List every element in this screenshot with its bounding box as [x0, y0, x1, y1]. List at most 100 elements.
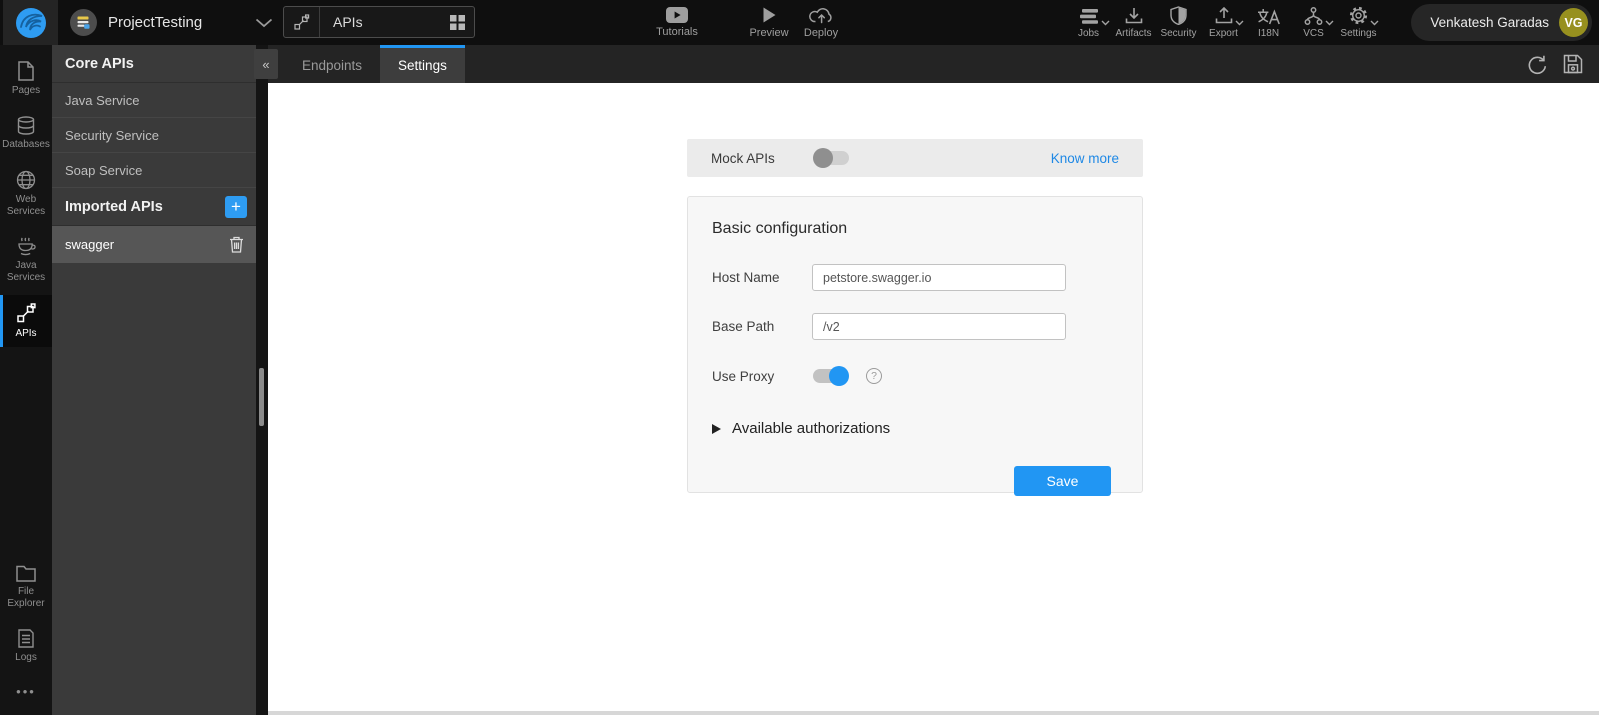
- jobs-button[interactable]: Jobs: [1066, 6, 1111, 39]
- i18n-button[interactable]: I18N: [1246, 6, 1291, 39]
- project-icon: [70, 9, 97, 36]
- jobs-label: Jobs: [1077, 28, 1100, 39]
- core-apis-title: Core APIs: [65, 55, 134, 72]
- available-authorizations-expander[interactable]: Available authorizations: [712, 420, 1118, 437]
- settings-label: Settings: [1340, 28, 1377, 39]
- toggle-knob: [829, 366, 849, 386]
- panel-item-swagger[interactable]: swagger: [52, 226, 256, 263]
- use-proxy-toggle[interactable]: [812, 366, 849, 386]
- topbar-right-actions: Jobs Artifacts Security Export I18N VCS …: [1066, 0, 1381, 45]
- sidebar-item-label: APIs: [15, 328, 37, 339]
- sidebar-more-ellipsis[interactable]: •••: [0, 671, 52, 715]
- pages-icon: [17, 61, 35, 81]
- know-more-link[interactable]: Know more: [1051, 151, 1119, 166]
- tab-label: Settings: [398, 58, 447, 73]
- api-node-icon: [284, 7, 320, 37]
- user-menu[interactable]: Venkatesh Garadas VG: [1411, 4, 1592, 41]
- preview-play-icon: [762, 6, 777, 24]
- delete-trash-icon[interactable]: [229, 236, 244, 253]
- deploy-label: Deploy: [803, 27, 839, 39]
- artifacts-button[interactable]: Artifacts: [1111, 6, 1156, 39]
- preview-button[interactable]: Preview: [743, 6, 795, 39]
- imported-apis-title: Imported APIs: [65, 198, 163, 215]
- sidebar-item-databases[interactable]: Databases: [0, 108, 52, 158]
- sidebar-item-apis[interactable]: APIs: [0, 295, 52, 347]
- host-name-input[interactable]: [812, 264, 1066, 291]
- add-imported-api-button[interactable]: +: [225, 195, 247, 218]
- sidebar-item-file-explorer[interactable]: File Explorer: [0, 557, 52, 617]
- panel-item-label: Soap Service: [65, 162, 143, 178]
- globe-icon: [16, 170, 36, 190]
- mock-apis-label: Mock APIs: [711, 150, 775, 166]
- export-chevron-down-icon: [1235, 20, 1244, 26]
- settings-button[interactable]: Settings: [1336, 6, 1381, 39]
- folder-icon: [16, 565, 36, 582]
- core-apis-header: Core APIs: [52, 45, 256, 83]
- sidebar-item-label: Web Services: [6, 194, 46, 217]
- settings-form: Mock APIs Know more Basic configuration …: [687, 139, 1143, 496]
- panel-item-security-service[interactable]: Security Service: [52, 118, 256, 153]
- expander-arrow-icon: [712, 423, 721, 434]
- settings-content: Mock APIs Know more Basic configuration …: [268, 83, 1599, 711]
- panel-item-label: swagger: [65, 236, 115, 252]
- wavemaker-logo-icon: [15, 7, 47, 39]
- tutorials-label: Tutorials: [656, 26, 698, 38]
- save-button[interactable]: Save: [1014, 466, 1111, 496]
- tutorials-button[interactable]: Tutorials: [645, 7, 709, 38]
- sidebar-item-pages[interactable]: Pages: [0, 53, 52, 104]
- sidebar-item-label: Java Services: [6, 260, 46, 283]
- deploy-button[interactable]: Deploy: [795, 6, 847, 39]
- sidebar-item-label: File Explorer: [7, 586, 45, 609]
- save-file-icon[interactable]: [1563, 54, 1583, 74]
- use-proxy-label: Use Proxy: [712, 368, 775, 384]
- card-title: Basic configuration: [712, 220, 848, 237]
- panel-scrollbar-thumb[interactable]: [259, 368, 264, 426]
- host-name-label: Host Name: [712, 270, 780, 285]
- sidebar-item-label: Pages: [11, 85, 41, 96]
- horizontal-scrollbar[interactable]: [268, 711, 1599, 715]
- i18n-label: I18N: [1257, 28, 1280, 39]
- mock-apis-toggle[interactable]: [812, 148, 850, 168]
- artifacts-label: Artifacts: [1115, 28, 1152, 39]
- export-button[interactable]: Export: [1201, 6, 1246, 39]
- workspace-tab-apis[interactable]: APIs: [283, 6, 475, 38]
- tab-endpoints[interactable]: Endpoints: [284, 45, 380, 83]
- base-path-input[interactable]: [812, 313, 1066, 340]
- tab-settings[interactable]: Settings: [380, 45, 465, 83]
- vcs-branch-icon: [1304, 6, 1334, 26]
- settings-chevron-down-icon: [1370, 20, 1379, 26]
- jobs-chevron-down-icon: [1101, 20, 1110, 26]
- vcs-button[interactable]: VCS: [1291, 6, 1336, 39]
- tab-label: Endpoints: [302, 58, 363, 73]
- wavemaker-logo[interactable]: [3, 0, 58, 45]
- panel-item-java-service[interactable]: Java Service: [52, 83, 256, 118]
- proxy-help-icon[interactable]: ?: [866, 368, 882, 384]
- expander-label: Available authorizations: [732, 420, 891, 437]
- basic-configuration-card: Basic configuration Host Name Base Path …: [687, 196, 1143, 496]
- export-upload-icon: [1215, 6, 1243, 26]
- security-label: Security: [1160, 28, 1197, 39]
- sidebar-item-logs[interactable]: Logs: [0, 621, 52, 671]
- main-area: Endpoints Settings Mock APIs Know more B…: [268, 45, 1599, 715]
- i18n-translate-icon: [1257, 6, 1280, 25]
- sidebar-item-label: Logs: [15, 652, 37, 663]
- project-switcher[interactable]: ProjectTesting: [70, 0, 273, 45]
- topbar-center-actions: Tutorials Preview Deploy: [645, 0, 847, 45]
- tab-bar: Endpoints Settings: [268, 45, 1599, 83]
- grid-menu-icon[interactable]: [450, 14, 465, 30]
- export-label: Export: [1209, 28, 1238, 39]
- security-button[interactable]: Security: [1156, 6, 1201, 39]
- vcs-label: VCS: [1303, 28, 1324, 39]
- sidebar-item-web-services[interactable]: Web Services: [0, 162, 52, 225]
- preview-label: Preview: [749, 27, 789, 39]
- refresh-icon[interactable]: [1527, 54, 1548, 75]
- user-avatar: VG: [1559, 8, 1588, 37]
- project-chevron-down-icon[interactable]: [255, 18, 273, 28]
- security-shield-icon: [1170, 6, 1187, 25]
- panel-item-soap-service[interactable]: Soap Service: [52, 153, 256, 188]
- project-name: ProjectTesting: [108, 14, 203, 31]
- sidebar-item-java-services[interactable]: Java Services: [0, 229, 52, 291]
- panel-collapse-button[interactable]: «: [254, 49, 278, 79]
- tutorials-icon: [666, 7, 688, 23]
